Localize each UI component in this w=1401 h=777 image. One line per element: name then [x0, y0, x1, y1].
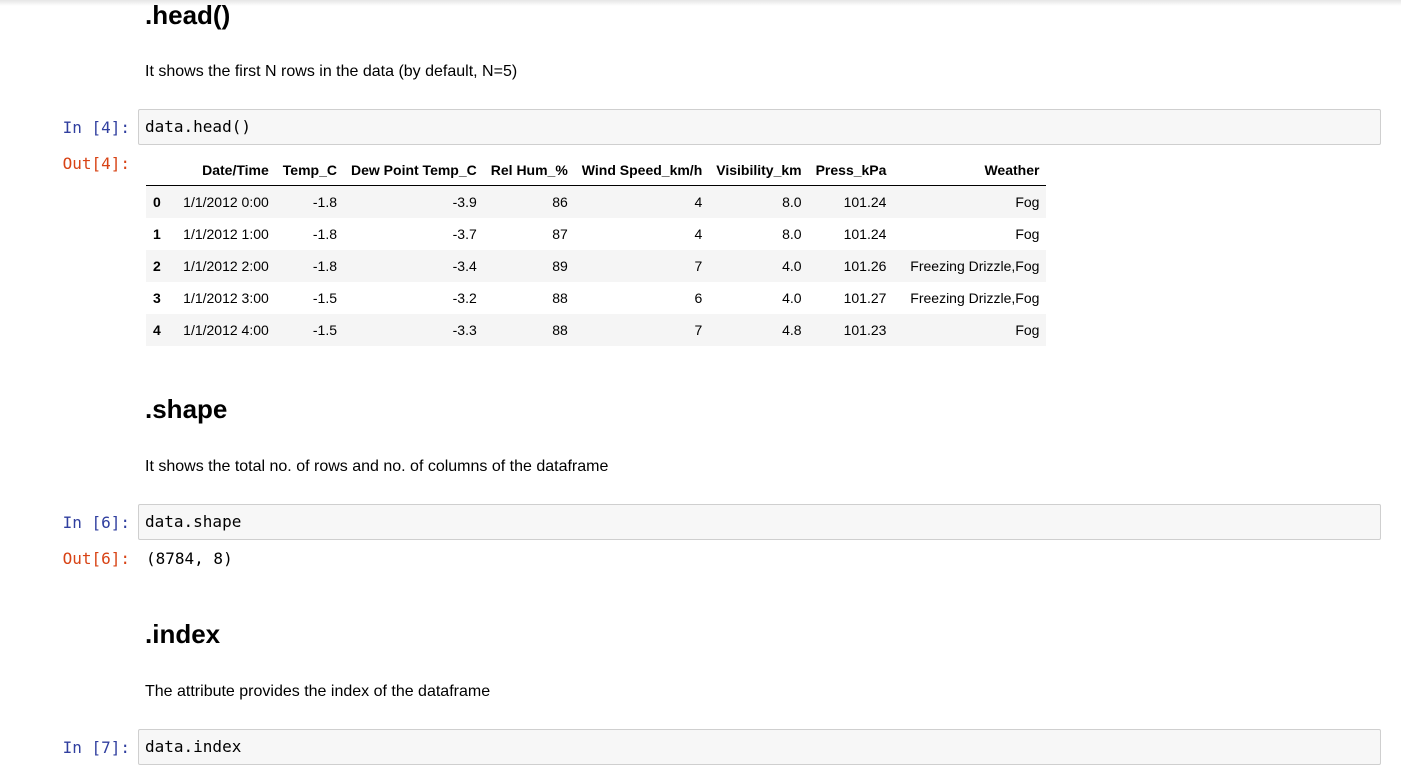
column-header-dewpoint: Dew Point Temp_C [344, 154, 484, 186]
cell-datetime: 1/1/2012 1:00 [183, 226, 269, 242]
table-row: 4 1/1/2012 4:00 -1.5 -3.3 88 7 4.8 101.2… [146, 314, 1047, 346]
out-prompt-6: Out[6]: [62, 549, 130, 568]
cell-datetime: 1/1/2012 0:00 [183, 194, 269, 210]
cell-temp: -1.8 [312, 194, 337, 210]
cell-dewpoint: -3.7 [452, 226, 477, 242]
cell-weather: Freezing Drizzle,Fog [910, 290, 1040, 306]
column-header-weather: Weather [893, 154, 1047, 186]
out-prompt-4: Out[4]: [62, 154, 130, 173]
section-heading-head: .head() [145, 0, 231, 30]
cell-weather: Fog [1015, 226, 1040, 242]
table-row: 0 1/1/2012 0:00 -1.8 -3.9 86 4 8.0 101.2… [146, 185, 1047, 218]
cell-pressure: 101.24 [843, 194, 887, 210]
cell-visibility: 4.0 [782, 258, 802, 274]
output-text-6: (8784, 8) [146, 549, 233, 568]
in-prompt-4: In [4]: [62, 118, 130, 137]
description-text-index: The attribute provides the index of the … [145, 683, 491, 700]
column-header-pressure: Press_kPa [808, 154, 894, 186]
table-row: 1 1/1/2012 1:00 -1.8 -3.7 87 4 8.0 101.2… [146, 218, 1047, 250]
cell-dewpoint: -3.2 [452, 290, 477, 306]
cell-relhum: 88 [552, 322, 568, 338]
cell-relhum: 86 [552, 194, 568, 210]
row-index: 0 [153, 194, 161, 210]
description-text-shape: It shows the total no. of rows and no. o… [145, 458, 609, 475]
markdown-cell-head[interactable]: .head() [145, 0, 230, 30]
code-input-6[interactable]: data.shape [138, 504, 1381, 540]
cell-pressure: 101.27 [843, 290, 887, 306]
cell-pressure: 101.23 [843, 322, 887, 338]
description-text-head: It shows the first N rows in the data (b… [145, 63, 518, 80]
cell-relhum: 89 [552, 258, 568, 274]
cell-dewpoint: -3.3 [452, 322, 477, 338]
in-prompt-6: In [6]: [62, 513, 130, 532]
code-input-7[interactable]: data.index [138, 729, 1381, 765]
cell-dewpoint: -3.4 [452, 258, 477, 274]
cell-temp: -1.8 [312, 226, 337, 242]
cell-windspeed: 4 [694, 226, 703, 242]
column-header-relhum: Rel Hum_% [483, 154, 575, 186]
cell-visibility: 4.8 [782, 322, 802, 338]
cell-temp: -1.8 [312, 258, 337, 274]
cell-dewpoint: -3.9 [452, 194, 477, 210]
row-index: 3 [153, 290, 161, 306]
cell-visibility: 8.0 [782, 194, 802, 210]
cell-pressure: 101.26 [843, 258, 887, 274]
cell-datetime: 1/1/2012 4:00 [183, 322, 269, 338]
markdown-description-shape: It shows the total no. of rows and no. o… [145, 457, 608, 477]
cell-weather: Fog [1015, 194, 1040, 210]
cell-windspeed: 6 [694, 290, 703, 306]
code-input-4[interactable]: data.head() [138, 109, 1381, 145]
markdown-description-head: It shows the first N rows in the data (b… [145, 62, 517, 82]
cell-weather: Fog [1015, 322, 1040, 338]
cell-visibility: 4.0 [782, 290, 802, 306]
section-heading-shape: .shape [145, 394, 228, 424]
cell-windspeed: 7 [694, 258, 703, 274]
cell-relhum: 87 [552, 226, 568, 242]
table-row: 3 1/1/2012 3:00 -1.5 -3.2 88 6 4.0 101.2… [146, 282, 1047, 314]
cell-datetime: 1/1/2012 2:00 [183, 258, 269, 274]
column-header-datetime: Date/Time [167, 154, 276, 186]
code-text-6: data.shape [145, 512, 242, 531]
cell-visibility: 8.0 [782, 226, 802, 242]
table-row: 2 1/1/2012 2:00 -1.8 -3.4 89 7 4.0 101.2… [146, 250, 1047, 282]
code-text-4: data.head() [145, 117, 251, 136]
markdown-cell-shape[interactable]: .shape [145, 394, 227, 424]
column-header-temp: Temp_C [275, 154, 344, 186]
cell-temp: -1.5 [312, 290, 337, 306]
cell-windspeed: 7 [694, 322, 703, 338]
section-heading-index: .index [145, 619, 221, 649]
cell-windspeed: 4 [694, 194, 703, 210]
in-prompt-7: In [7]: [62, 738, 130, 757]
cell-weather: Freezing Drizzle,Fog [910, 258, 1040, 274]
column-header-index [146, 154, 168, 186]
code-text-7: data.index [145, 737, 242, 756]
dataframe-table: Date/Time Temp_C Dew Point Temp_C Rel Hu… [146, 154, 1047, 346]
row-index: 1 [153, 226, 161, 242]
cell-relhum: 88 [552, 290, 568, 306]
markdown-description-index: The attribute provides the index of the … [145, 682, 490, 702]
column-header-windspeed: Wind Speed_km/h [574, 154, 710, 186]
row-index: 2 [153, 258, 161, 274]
cell-datetime: 1/1/2012 3:00 [183, 290, 269, 306]
column-header-visibility: Visibility_km [709, 154, 809, 186]
table-header-row: Date/Time Temp_C Dew Point Temp_C Rel Hu… [146, 154, 1047, 186]
cell-temp: -1.5 [312, 322, 337, 338]
cell-pressure: 101.24 [843, 226, 887, 242]
row-index: 4 [153, 322, 161, 338]
markdown-cell-index[interactable]: .index [145, 619, 220, 649]
